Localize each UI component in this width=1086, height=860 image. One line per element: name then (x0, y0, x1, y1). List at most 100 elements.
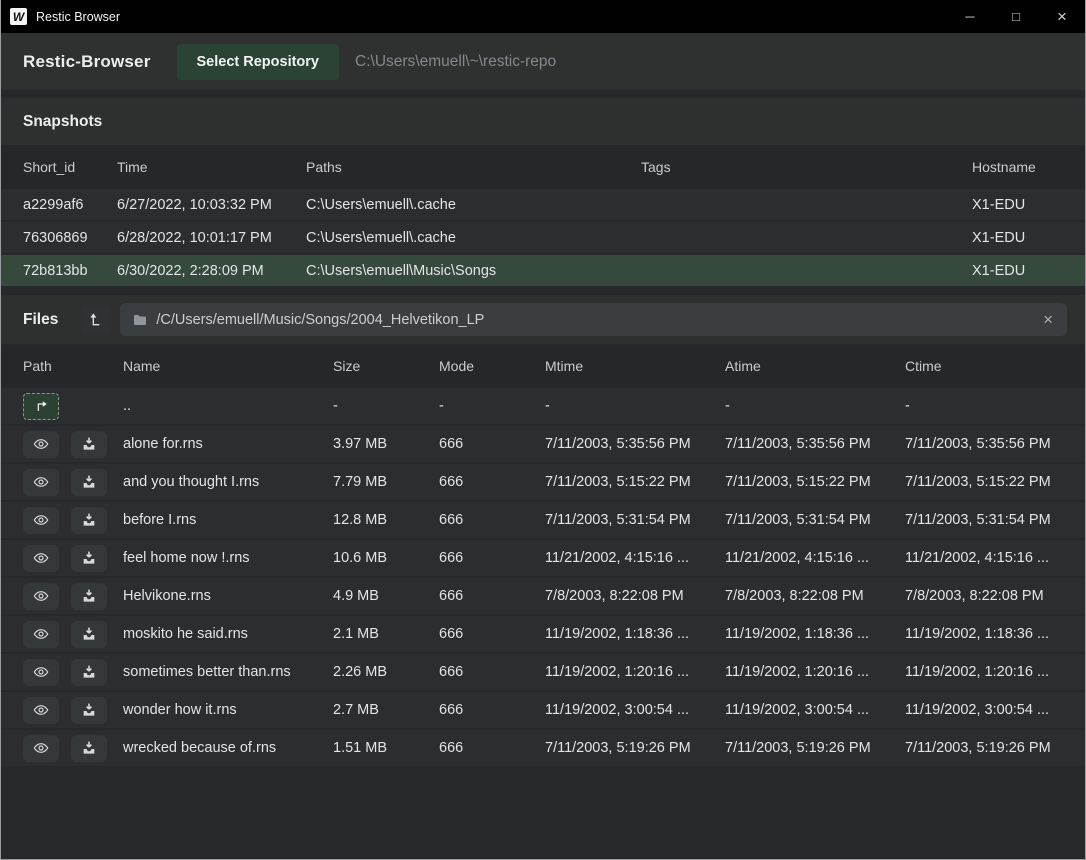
download-icon (81, 702, 97, 718)
view-file-button[interactable] (23, 507, 59, 534)
file-atime: 7/11/2003, 5:15:22 PM (725, 464, 905, 500)
view-file-button[interactable] (23, 735, 59, 762)
file-ctime: 7/11/2003, 5:19:26 PM (905, 730, 1085, 766)
view-file-button[interactable] (23, 431, 59, 458)
file-actions (1, 578, 123, 614)
file-mode: 666 (439, 426, 545, 462)
column-header-short-id[interactable]: Short_id (1, 147, 117, 187)
restore-file-button[interactable] (71, 621, 107, 648)
file-ctime: 11/19/2002, 3:00:54 ... (905, 692, 1085, 728)
parent-dir-size: - (333, 388, 439, 424)
file-atime: 7/11/2003, 5:35:56 PM (725, 426, 905, 462)
file-mode: 666 (439, 692, 545, 728)
root-dir-button[interactable] (81, 305, 111, 335)
column-header-time[interactable]: Time (117, 147, 306, 187)
snapshot-row[interactable]: a2299af6 6/27/2022, 10:03:32 PM C:\Users… (1, 189, 1085, 220)
column-header-tags[interactable]: Tags (641, 147, 972, 187)
view-file-button[interactable] (23, 469, 59, 496)
column-header-mtime[interactable]: Mtime (545, 346, 725, 386)
column-header-name[interactable]: Name (123, 346, 333, 386)
file-ctime: 7/11/2003, 5:31:54 PM (905, 502, 1085, 538)
minimize-button[interactable]: ─ (947, 0, 993, 33)
column-header-paths[interactable]: Paths (306, 147, 641, 187)
snapshot-row[interactable]: 72b813bb 6/30/2022, 2:28:09 PM C:\Users\… (1, 255, 1085, 286)
restore-file-button[interactable] (71, 545, 107, 572)
file-size: 7.79 MB (333, 464, 439, 500)
file-size: 4.9 MB (333, 578, 439, 614)
restore-file-button[interactable] (71, 659, 107, 686)
file-actions (1, 502, 123, 538)
file-mtime: 11/19/2002, 3:00:54 ... (545, 692, 725, 728)
file-mtime: 7/11/2003, 5:15:22 PM (545, 464, 725, 500)
snapshot-row[interactable]: 76306869 6/28/2022, 10:01:17 PM C:\Users… (1, 222, 1085, 253)
file-mtime: 7/11/2003, 5:31:54 PM (545, 502, 725, 538)
view-file-button[interactable] (23, 583, 59, 610)
column-header-size[interactable]: Size (333, 346, 439, 386)
column-header-mode[interactable]: Mode (439, 346, 545, 386)
eye-icon (33, 474, 49, 490)
view-file-button[interactable] (23, 659, 59, 686)
restore-file-button[interactable] (71, 697, 107, 724)
close-button[interactable]: × (1039, 0, 1085, 33)
files-header-row: Path Name Size Mode Mtime Atime Ctime (1, 346, 1085, 386)
file-actions (1, 654, 123, 690)
file-atime: 7/11/2003, 5:31:54 PM (725, 502, 905, 538)
go-parent-dir-button[interactable] (23, 393, 59, 420)
parent-dir-mtime: - (545, 388, 725, 424)
column-header-hostname[interactable]: Hostname (972, 147, 1085, 187)
window-title: Restic Browser (36, 10, 947, 24)
download-icon (81, 740, 97, 756)
file-atime: 11/19/2002, 1:20:16 ... (725, 654, 905, 690)
restore-file-button[interactable] (71, 583, 107, 610)
file-ctime: 11/19/2002, 1:20:16 ... (905, 654, 1085, 690)
file-actions (1, 464, 123, 500)
snapshot-hostname: X1-EDU (972, 189, 1085, 220)
snapshots-heading: Snapshots (23, 113, 102, 131)
view-file-button[interactable] (23, 697, 59, 724)
view-file-button[interactable] (23, 545, 59, 572)
restore-file-button[interactable] (71, 735, 107, 762)
select-repository-button[interactable]: Select Repository (177, 44, 340, 80)
maximize-button[interactable]: □ (993, 0, 1039, 33)
download-icon (81, 588, 97, 604)
file-actions (1, 540, 123, 576)
snapshot-hostname: X1-EDU (972, 222, 1085, 253)
file-mtime: 11/19/2002, 1:20:16 ... (545, 654, 725, 690)
file-row: wrecked because of.rns 1.51 MB 666 7/11/… (1, 730, 1085, 766)
files-table-body: .. - - - - - alone for.rns 3.97 MB (1, 388, 1085, 766)
file-atime: 7/11/2003, 5:19:26 PM (725, 730, 905, 766)
eye-icon (33, 588, 49, 604)
restore-file-button[interactable] (71, 469, 107, 496)
view-file-button[interactable] (23, 621, 59, 648)
file-row: sometimes better than.rns 2.26 MB 666 11… (1, 654, 1085, 690)
file-name: before I.rns (123, 502, 333, 538)
snapshot-short-id: 76306869 (1, 222, 117, 253)
snapshot-tags (641, 222, 972, 253)
file-atime: 11/21/2002, 4:15:16 ... (725, 540, 905, 576)
files-section-header: Files × (1, 295, 1085, 344)
column-header-path[interactable]: Path (1, 346, 123, 386)
file-mtime: 11/19/2002, 1:18:36 ... (545, 616, 725, 652)
file-atime: 11/19/2002, 1:18:36 ... (725, 616, 905, 652)
file-size: 2.7 MB (333, 692, 439, 728)
file-row: wonder how it.rns 2.7 MB 666 11/19/2002,… (1, 692, 1085, 728)
file-name: moskito he said.rns (123, 616, 333, 652)
eye-icon (33, 664, 49, 680)
eye-icon (33, 626, 49, 642)
snapshots-table-body: a2299af6 6/27/2022, 10:03:32 PM C:\Users… (1, 189, 1085, 286)
clear-path-button[interactable]: × (1041, 310, 1055, 330)
restore-file-button[interactable] (71, 507, 107, 534)
file-atime: 7/8/2003, 8:22:08 PM (725, 578, 905, 614)
eye-icon (33, 740, 49, 756)
file-ctime: 7/8/2003, 8:22:08 PM (905, 578, 1085, 614)
path-input[interactable] (156, 312, 1041, 328)
restore-file-button[interactable] (71, 431, 107, 458)
file-name: alone for.rns (123, 426, 333, 462)
column-header-ctime[interactable]: Ctime (905, 346, 1085, 386)
file-mode: 666 (439, 654, 545, 690)
file-mtime: 7/11/2003, 5:35:56 PM (545, 426, 725, 462)
download-icon (81, 550, 97, 566)
eye-icon (33, 702, 49, 718)
snapshot-short-id: 72b813bb (1, 255, 117, 286)
column-header-atime[interactable]: Atime (725, 346, 905, 386)
